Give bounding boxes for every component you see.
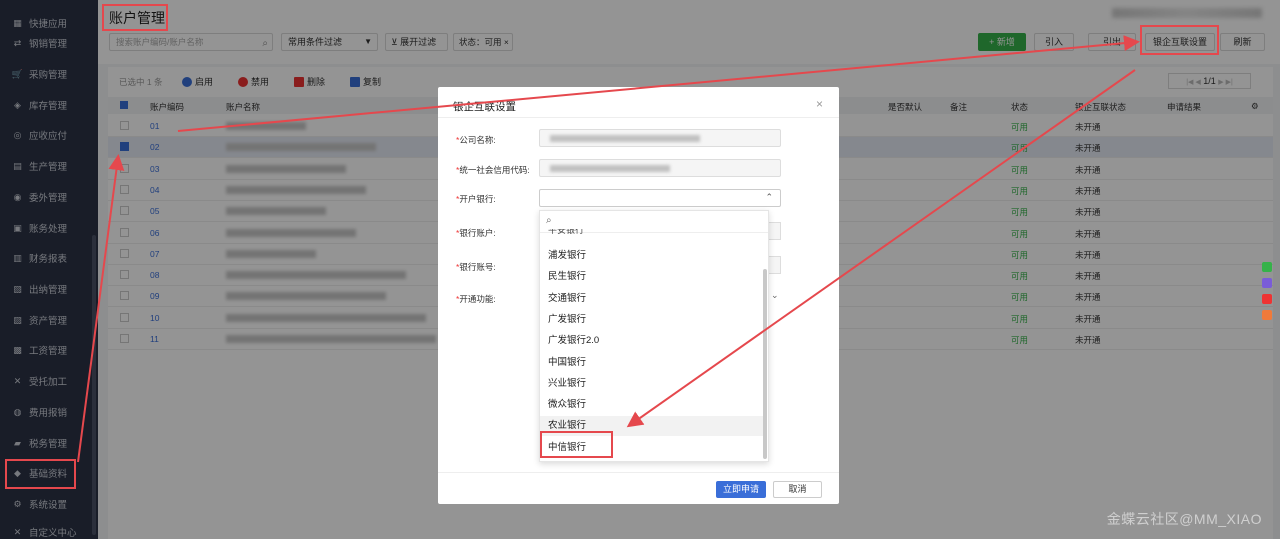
app-icon[interactable] [1262,278,1272,288]
credit-code-field[interactable] [539,159,781,177]
video-icon[interactable] [1262,294,1272,304]
search-icon: ⌕ [546,215,552,226]
divider [438,472,839,473]
bank-dropdown: ⌕ 平安银行 浦发银行 民生银行 交通银行 广发银行 广发银行2.0 中国银行 兴业银行 微众… [539,210,769,462]
chevron-down-icon[interactable]: ⌄ [771,290,779,301]
company-field[interactable] [539,129,781,147]
annotation-box-basic-data [5,459,76,489]
credit-code-label-text: 统一社会信用代码: [459,165,530,175]
company-label: *公司名称: [456,135,496,145]
company-value [550,135,700,142]
apply-button[interactable]: 立即申请 [716,481,766,498]
watermark: 金蝶云社区@MM_XIAO [1106,511,1262,527]
annotation-box-citic [540,431,613,458]
annotation-box-title [102,4,168,31]
company-label-text: 公司名称: [459,135,496,145]
account-no-label: *银行账号: [456,262,496,272]
bank-label-text: 开户银行: [459,194,496,204]
credit-code-label: *统一社会信用代码: [456,165,530,175]
divider [438,117,839,118]
cancel-button[interactable]: 取消 [773,481,822,498]
account-label: *银行账户: [456,228,496,238]
dropdown-option[interactable]: 兴业银行 [548,374,586,394]
function-label: *开通功能: [456,294,496,304]
annotation-box-bank-link [1140,25,1219,55]
dropdown-option[interactable]: 交通银行 [548,289,586,309]
dropdown-option[interactable]: 民生银行 [548,267,586,287]
feedback-icon[interactable] [1262,310,1272,320]
dropdown-option[interactable]: 微众银行 [548,395,586,415]
chat-icon[interactable] [1262,262,1272,272]
dropdown-option[interactable]: 浦发银行 [548,246,586,266]
function-label-text: 开通功能: [459,294,496,304]
dropdown-option[interactable]: 中国银行 [548,353,586,373]
dropdown-option[interactable]: 广发银行2.0 [548,331,599,351]
dropdown-option[interactable]: 广发银行 [548,310,586,330]
close-icon[interactable]: × [816,97,823,111]
dropdown-option-partial[interactable]: 平安银行 [548,229,584,237]
bank-label: *开户银行: [456,194,496,204]
account-no-label-text: 银行账号: [459,262,496,272]
dropdown-scrollbar[interactable] [763,269,767,459]
credit-code-value [550,165,670,172]
account-label-text: 银行账户: [459,228,496,238]
bank-select[interactable]: ⌃ [539,189,781,207]
dialog-title: 银企互联设置 [453,101,516,113]
floating-toolbar [1262,262,1272,326]
chevron-up-icon: ⌃ [765,192,773,202]
